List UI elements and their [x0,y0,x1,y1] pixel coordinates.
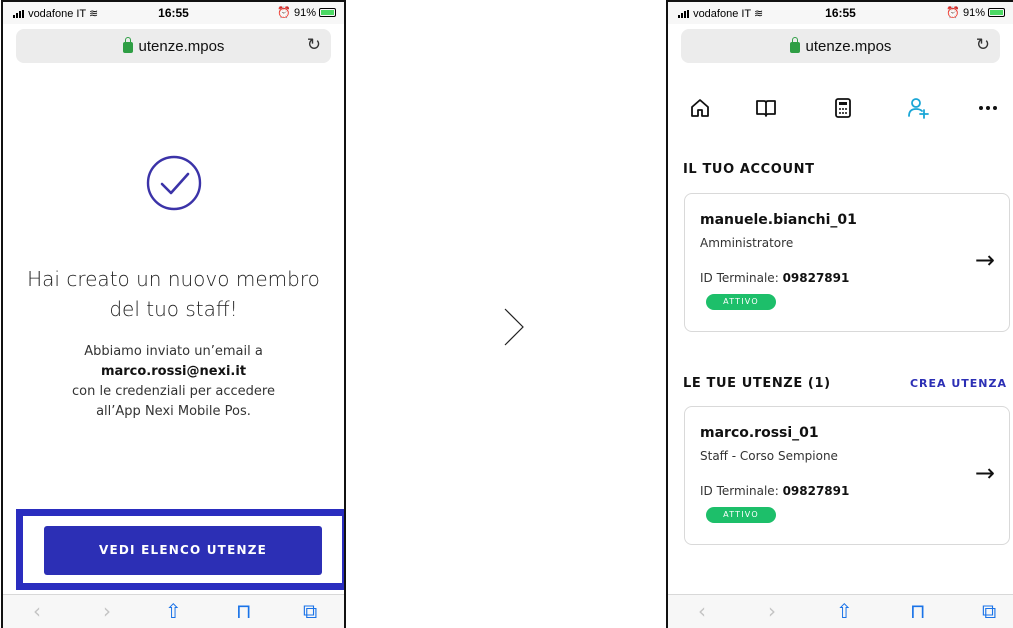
back-icon[interactable]: ‹ [698,599,706,623]
message-line-1: Abbiamo inviato un’email a [84,344,263,359]
message-line-4: all’App Nexi Mobile Pos. [96,404,251,419]
signal-icon [678,10,690,19]
terminal-label: ID Terminale: [700,484,779,498]
battery-indicator: ⏰ 91% [946,6,1005,19]
success-check-icon [146,155,201,211]
left-phone-screen: vodafone IT ≋ 16:55 ⏰ 91% utenze.mpos ↻ … [1,0,346,628]
back-icon[interactable]: ‹ [33,599,41,623]
success-message: Abbiamo inviato un’email a marco.rossi@n… [3,342,344,422]
nav-catalog[interactable] [746,88,786,128]
wifi-icon: ≋ [754,8,764,20]
signal-icon [13,10,25,19]
carrier-text: vodafone IT [693,8,751,20]
view-users-button[interactable]: VEDI ELENCO UTENZE [44,526,322,575]
success-title: Hai creato un nuovo membro del tuo staff… [27,267,320,321]
forward-icon[interactable]: › [103,599,111,623]
app-top-nav [668,88,1013,128]
message-email: marco.rossi@nexi.it [100,364,247,379]
book-icon [756,100,776,117]
account-terminal: ID Terminale: 09827891 [700,271,849,285]
comparison-stage: vodafone IT ≋ 16:55 ⏰ 91% utenze.mpos ↻ … [0,0,1013,628]
battery-percent: 91% [962,6,985,19]
more-icon [979,106,997,110]
users-section-title: LE TUE UTENZE (1) [683,376,831,391]
battery-icon [319,8,336,17]
calculator-icon [835,98,851,118]
add-user-icon [908,98,929,119]
carrier-text: vodafone IT [28,8,86,20]
share-icon[interactable]: ⇧ [836,599,853,623]
url-text: utenze.mpos [138,37,225,55]
nav-more[interactable] [968,88,1008,128]
bookmarks-icon[interactable]: ⊓ [236,599,252,623]
share-icon[interactable]: ⇧ [165,599,182,623]
arrow-right-icon[interactable]: → [975,246,995,274]
url-bar[interactable]: utenze.mpos ↻ [681,29,1000,63]
browser-toolbar: ‹ › ⇧ ⊓ ⧉ [3,594,344,628]
nav-calculator[interactable] [823,88,863,128]
user-card[interactable]: marco.rossi_01 Staff - Corso Sempione ID… [684,406,1010,545]
terminal-label: ID Terminale: [700,271,779,285]
battery-icon [988,8,1005,17]
lock-icon [789,36,800,53]
reload-icon[interactable]: ↻ [976,35,990,55]
user-username: marco.rossi_01 [700,425,819,441]
user-terminal: ID Terminale: 09827891 [700,484,849,498]
url-bar[interactable]: utenze.mpos ↻ [16,29,331,63]
battery-indicator: ⏰ 91% [277,6,336,19]
tabs-icon[interactable]: ⧉ [982,599,996,623]
alarm-icon: ⏰ [946,7,960,19]
lock-icon [122,36,133,53]
status-bar: vodafone IT ≋ 16:55 ⏰ 91% [3,2,344,24]
chevron-right-icon [504,308,524,346]
status-badge: ATTIVO [706,507,776,523]
arrow-right-icon[interactable]: → [975,459,995,487]
alarm-icon: ⏰ [277,7,291,19]
status-time: 16:55 [825,6,856,20]
home-icon [691,99,709,117]
url-text: utenze.mpos [805,37,892,55]
wifi-icon: ≋ [89,8,99,20]
user-role: Staff - Corso Sempione [700,449,838,463]
create-user-link[interactable]: CREA UTENZA [910,377,1007,390]
account-section-title: IL TUO ACCOUNT [683,162,815,177]
status-badge: ATTIVO [706,294,776,310]
reload-icon[interactable]: ↻ [307,35,321,55]
account-username: manuele.bianchi_01 [700,212,857,228]
forward-icon[interactable]: › [768,599,776,623]
status-time: 16:55 [158,6,189,20]
right-phone-screen: vodafone IT ≋ 16:55 ⏰ 91% utenze.mpos ↻ [666,0,1013,628]
browser-toolbar: ‹ › ⇧ ⊓ ⧉ [668,594,1013,628]
account-card[interactable]: manuele.bianchi_01 Amministratore ID Ter… [684,193,1010,332]
battery-percent: 91% [293,6,316,19]
nav-home[interactable] [680,88,720,128]
tabs-icon[interactable]: ⧉ [303,599,317,623]
terminal-id: 09827891 [782,271,850,285]
carrier-label: vodafone IT ≋ [13,7,98,20]
terminal-id: 09827891 [782,484,850,498]
bookmarks-icon[interactable]: ⊓ [910,599,926,623]
message-line-3: con le credenziali per accedere [72,384,275,399]
nav-users[interactable] [898,88,938,128]
carrier-label: vodafone IT ≋ [678,7,763,20]
account-role: Amministratore [700,236,794,250]
status-bar: vodafone IT ≋ 16:55 ⏰ 91% [668,2,1013,24]
